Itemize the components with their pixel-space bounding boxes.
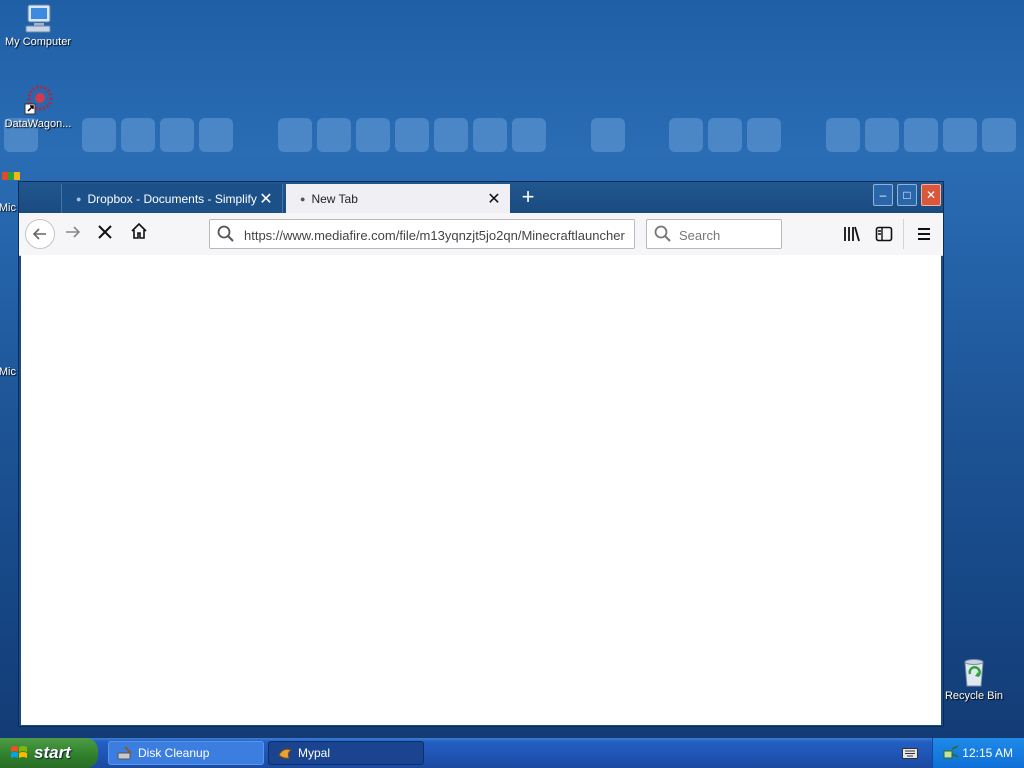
wallpaper-square [943,118,977,152]
wallpaper-square [747,118,781,152]
stop-icon [98,225,112,239]
wallpaper-square [199,118,233,152]
datawagon-icon [22,84,54,116]
search-icon [217,225,234,242]
maximize-button[interactable]: □ [897,184,917,206]
search-icon [654,225,671,242]
tab-status-dot: ● [300,193,306,204]
wallpaper-square [904,118,938,152]
wallpaper-square [395,118,429,152]
wallpaper-square [473,118,507,152]
desktop-icon-label: Mic [0,202,16,214]
wallpaper-squares [0,116,1024,156]
desktop-icon-mic-2[interactable]: Mic [0,366,16,378]
search-bar[interactable] [646,219,782,249]
wallpaper-square [278,118,312,152]
keyboard-icon[interactable] [902,746,918,760]
back-arrow-icon [32,228,46,240]
taskbar-item-label: Mypal [298,746,331,760]
close-window-button[interactable]: ✕ [921,184,941,206]
office-icon [0,172,24,180]
wallpaper-square [121,118,155,152]
taskbar-item-mypal[interactable]: Mypal [268,741,424,765]
page-content[interactable] [21,255,941,725]
computer-icon [22,2,54,34]
windows-flag-icon [11,746,27,758]
browser-window: ● Dropbox - Documents - Simplify yo ✕ ● … [18,181,944,727]
tab-bar: ● Dropbox - Documents - Simplify yo ✕ ● … [19,182,943,213]
tab-dropbox[interactable]: ● Dropbox - Documents - Simplify yo ✕ [61,184,283,213]
start-label: start [34,743,71,762]
forward-button[interactable] [59,221,87,247]
back-button[interactable] [25,219,55,249]
system-tray: 12:15 AM [932,738,1024,768]
taskbar-item-label: Disk Cleanup [138,746,210,760]
wallpaper-square [512,118,546,152]
mypal-icon [278,748,293,759]
wallpaper-square [982,118,1016,152]
desktop-icon-recycle-bin[interactable]: Recycle Bin [936,656,1012,702]
start-button[interactable]: start [0,738,98,768]
hamburger-menu-icon [918,228,930,240]
network-icon[interactable] [943,745,959,761]
desktop-icon-label: My Computer [4,36,72,48]
sidebar-icon [875,226,893,242]
nav-toolbar [19,213,943,256]
desktop-icon-datawagon[interactable]: DataWagon... [0,84,76,130]
disk-cleanup-icon [117,746,132,760]
wallpaper-square [82,118,116,152]
wallpaper-square [865,118,899,152]
close-tab-icon[interactable]: ✕ [486,189,502,209]
wallpaper-square [708,118,742,152]
home-button[interactable] [125,221,153,247]
close-tab-icon[interactable]: ✕ [258,189,274,209]
sidebar-button[interactable] [871,221,897,247]
new-tab-button[interactable]: + [516,184,540,212]
wallpaper-square [669,118,703,152]
recycle-bin-icon [958,656,990,688]
clock[interactable]: 12:15 AM [962,746,1013,760]
menu-button[interactable] [911,221,937,247]
desktop-icon-label: Recycle Bin [944,690,1004,702]
home-icon [131,222,147,239]
stop-button[interactable] [91,221,119,247]
desktop-icon-label: Mic [0,366,16,378]
desktop-icon-label: DataWagon... [4,118,72,130]
wallpaper-square [317,118,351,152]
taskbar: start Disk Cleanup Mypal 12:15 AM [0,738,1024,768]
wallpaper-square [356,118,390,152]
desktop-icon-my-computer[interactable]: My Computer [0,2,76,48]
tab-status-dot: ● [76,193,82,204]
url-input[interactable] [242,223,632,247]
tab-new-tab[interactable]: ● New Tab ✕ [286,184,510,213]
address-bar[interactable] [209,219,635,249]
tab-title: Dropbox - Documents - Simplify yo [87,191,258,206]
library-button[interactable] [839,221,865,247]
library-icon [844,226,860,242]
toolbar-separator [903,219,904,249]
forward-arrow-icon [66,226,81,238]
wallpaper-square [434,118,468,152]
taskbar-item-disk-cleanup[interactable]: Disk Cleanup [108,741,264,765]
search-input[interactable] [677,223,781,247]
wallpaper-square [591,118,625,152]
minimize-button[interactable]: – [873,184,893,206]
wallpaper-square [826,118,860,152]
wallpaper-square [160,118,194,152]
tab-title: New Tab [311,191,358,206]
desktop-icon-mic-1[interactable]: Mic [0,172,20,214]
